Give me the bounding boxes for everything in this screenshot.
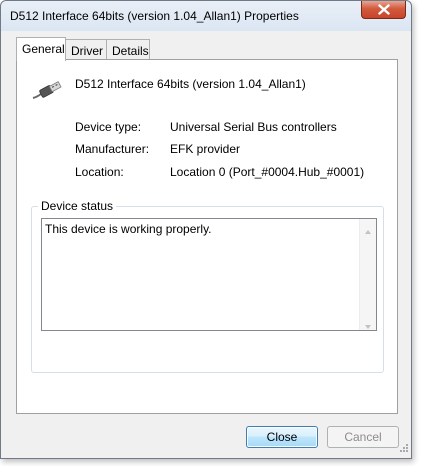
tab-driver[interactable]: Driver bbox=[65, 39, 107, 59]
properties-dialog: D512 Interface 64bits (version 1.04_Alla… bbox=[0, 0, 412, 459]
device-status-text: This device is working properly. bbox=[45, 222, 212, 236]
device-name: D512 Interface 64bits (version 1.04_Alla… bbox=[75, 77, 306, 91]
manufacturer-value: EFK provider bbox=[170, 142, 241, 156]
device-type-label: Device type: bbox=[75, 120, 142, 134]
location-label: Location: bbox=[75, 165, 124, 179]
scroll-up-arrow-icon[interactable] bbox=[364, 224, 372, 238]
usb-connector-icon bbox=[31, 81, 63, 104]
scroll-down-arrow-icon[interactable] bbox=[364, 319, 372, 333]
tab-details[interactable]: Details bbox=[106, 39, 150, 59]
cancel-button-label: Cancel bbox=[344, 430, 382, 444]
tab-general-label: General bbox=[22, 42, 65, 56]
close-button[interactable]: Close bbox=[246, 426, 318, 448]
tab-general[interactable]: General bbox=[16, 37, 66, 61]
general-tab-panel: D512 Interface 64bits (version 1.04_Alla… bbox=[16, 59, 398, 414]
close-button-label: Close bbox=[266, 430, 298, 444]
window-title: D512 Interface 64bits (version 1.04_Alla… bbox=[10, 9, 299, 23]
tab-driver-label: Driver bbox=[71, 44, 103, 58]
tab-details-label: Details bbox=[112, 44, 149, 58]
window-close-button[interactable] bbox=[361, 1, 406, 19]
title-bar[interactable]: D512 Interface 64bits (version 1.04_Alla… bbox=[1, 1, 411, 31]
resize-grip-icon[interactable] bbox=[398, 442, 409, 456]
device-type-value: Universal Serial Bus controllers bbox=[170, 120, 337, 134]
device-status-group: Device status This device is working pro… bbox=[31, 199, 384, 373]
cancel-button[interactable]: Cancel bbox=[327, 426, 399, 448]
location-value: Location 0 (Port_#0004.Hub_#0001) bbox=[170, 165, 365, 179]
manufacturer-label: Manufacturer: bbox=[75, 142, 150, 156]
device-status-title: Device status bbox=[38, 199, 117, 213]
device-status-textbox[interactable]: This device is working properly. bbox=[41, 218, 377, 331]
status-scrollbar[interactable] bbox=[359, 219, 376, 330]
